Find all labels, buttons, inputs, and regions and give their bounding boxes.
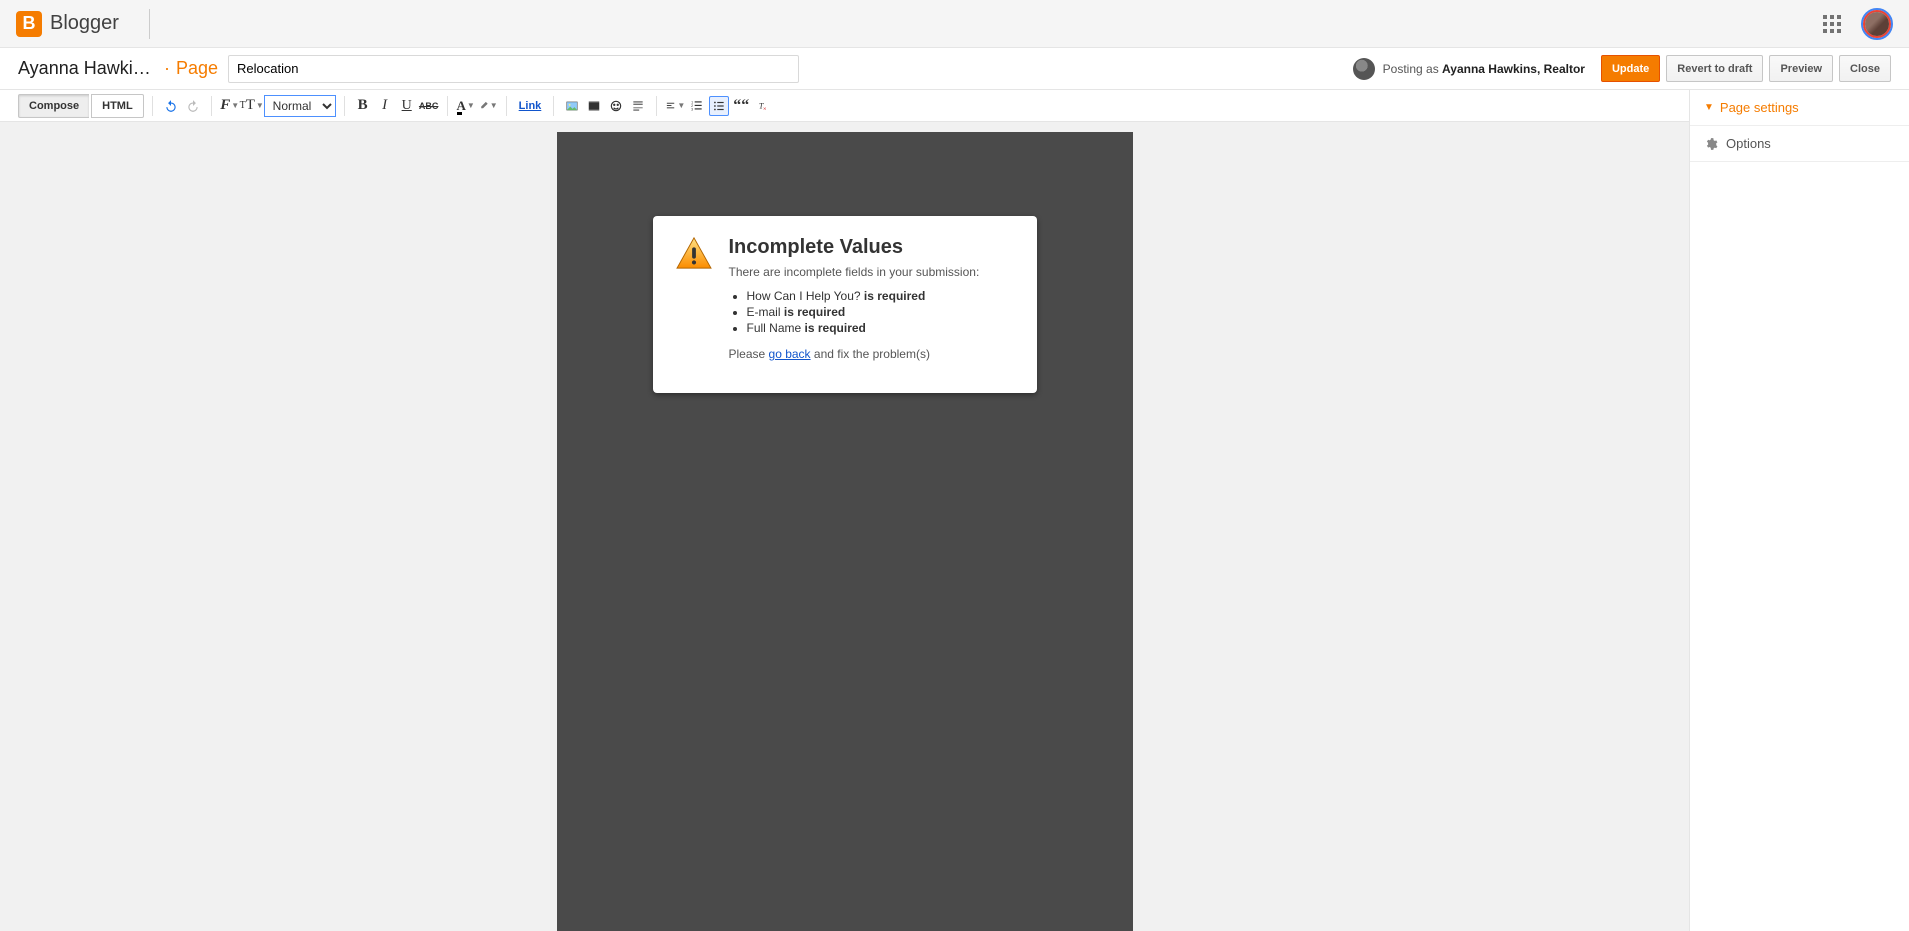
google-apps-icon[interactable]	[1823, 15, 1841, 33]
bold-icon[interactable]: B	[353, 96, 373, 116]
gear-icon	[1704, 137, 1718, 151]
error-title: Incomplete Values	[729, 236, 980, 259]
font-family-icon[interactable]: F▼	[220, 96, 240, 116]
close-button[interactable]: Close	[1839, 55, 1891, 82]
page-settings-label: Page settings	[1720, 100, 1799, 115]
error-subtitle: There are incomplete fields in your subm…	[729, 265, 980, 279]
numbered-list-icon[interactable]: 123	[687, 96, 707, 116]
go-back-link[interactable]: go back	[769, 347, 811, 361]
underline-icon[interactable]: U	[397, 96, 417, 116]
editor-canvas-area[interactable]: Incomplete Values There are incomplete f…	[0, 122, 1689, 931]
insert-image-icon[interactable]	[562, 96, 582, 116]
insert-emoji-icon[interactable]	[606, 96, 626, 116]
text-color-icon[interactable]: A▼	[456, 96, 476, 116]
html-tab[interactable]: HTML	[91, 94, 144, 118]
options-label: Options	[1726, 136, 1771, 151]
separator-dot: ·	[164, 58, 170, 79]
error-instruction: Please go back and fix the problem(s)	[729, 347, 980, 361]
please-prefix: Please	[729, 347, 769, 361]
list-item: Full Name is required	[747, 321, 980, 335]
insert-link-button[interactable]: Link	[515, 100, 546, 112]
posting-as-label: Posting as Ayanna Hawkins, Realtor	[1383, 62, 1585, 76]
paragraph-format-select[interactable]: Normal	[264, 95, 336, 117]
blockquote-icon[interactable]: ““	[731, 96, 751, 116]
blogger-logo-icon[interactable]: B	[16, 11, 42, 37]
warning-icon	[675, 236, 713, 270]
posting-prefix: Posting as	[1383, 62, 1442, 76]
compose-tab[interactable]: Compose	[18, 94, 89, 118]
content-type-label: Page	[176, 58, 218, 79]
alignment-icon[interactable]: ▼	[665, 96, 685, 116]
settings-sidebar: ▼ Page settings Options	[1689, 90, 1909, 931]
preview-button[interactable]: Preview	[1769, 55, 1833, 82]
bulleted-list-icon[interactable]	[709, 96, 729, 116]
strikethrough-icon[interactable]: ABC	[419, 96, 439, 116]
brand-name: Blogger	[50, 12, 119, 35]
font-size-icon[interactable]: TT▼	[242, 96, 262, 116]
header-divider	[149, 9, 150, 39]
main-area: Compose HTML F▼ TT▼ Normal B I U ABC A▼ …	[0, 90, 1909, 931]
remove-formatting-icon[interactable]: T×	[753, 96, 773, 116]
error-message-card: Incomplete Values There are incomplete f…	[653, 216, 1037, 393]
insert-jump-break-icon[interactable]	[628, 96, 648, 116]
svg-text:×: ×	[763, 106, 766, 112]
redo-icon[interactable]	[183, 96, 203, 116]
revert-to-draft-button[interactable]: Revert to draft	[1666, 55, 1763, 82]
caret-down-icon: ▼	[1704, 102, 1714, 113]
logo-letter: B	[23, 13, 36, 34]
page-canvas: Incomplete Values There are incomplete f…	[557, 132, 1133, 931]
options-item[interactable]: Options	[1690, 126, 1909, 162]
author-avatar-icon[interactable]	[1353, 58, 1375, 80]
editor-toolbar: Compose HTML F▼ TT▼ Normal B I U ABC A▼ …	[0, 90, 1689, 122]
italic-icon[interactable]: I	[375, 96, 395, 116]
undo-icon[interactable]	[161, 96, 181, 116]
list-item: E-mail is required	[747, 305, 980, 319]
editor-subheader: Ayanna Hawkins, ... · Page Posting as Ay…	[0, 48, 1909, 90]
update-button[interactable]: Update	[1601, 55, 1660, 82]
list-item: How Can I Help You? is required	[747, 289, 980, 303]
app-header: B Blogger	[0, 0, 1909, 48]
blog-name[interactable]: Ayanna Hawkins, ...	[18, 58, 158, 79]
highlight-color-icon[interactable]: ▼	[478, 96, 498, 116]
error-list: How Can I Help You? is required E-mail i…	[747, 289, 980, 335]
page-settings-toggle[interactable]: ▼ Page settings	[1690, 90, 1909, 126]
page-title-input[interactable]	[228, 55, 799, 83]
account-avatar[interactable]	[1861, 8, 1893, 40]
insert-video-icon[interactable]	[584, 96, 604, 116]
svg-text:3: 3	[691, 107, 693, 111]
posting-author[interactable]: Ayanna Hawkins, Realtor	[1442, 62, 1585, 76]
please-suffix: and fix the problem(s)	[811, 347, 930, 361]
